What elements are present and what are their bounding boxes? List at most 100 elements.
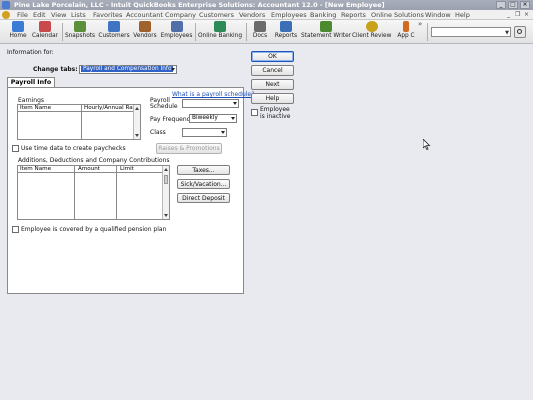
scroll-up-icon[interactable] (164, 168, 168, 171)
menu-company[interactable]: Company (165, 11, 196, 19)
toolbar-statement-writer-label: Statement Writer (301, 33, 352, 39)
earnings-scrollbar[interactable] (133, 105, 140, 139)
toolbar-separator (246, 23, 247, 41)
child-minimize-icon[interactable]: _ (507, 11, 510, 18)
toolbar-docs[interactable]: Docs (250, 21, 270, 43)
earnings-table[interactable]: Item Name Hourly/Annual Rate (17, 104, 141, 140)
taxes-button[interactable]: Taxes... (177, 165, 230, 175)
toolbar-app-center[interactable]: App C (395, 21, 417, 43)
toolbar-client-review-label: Client Review (352, 33, 392, 39)
search-icon (517, 29, 522, 34)
toolbar-home[interactable]: Home (7, 21, 29, 43)
toolbar-app-center-label: App C (397, 33, 415, 39)
use-time-data-checkbox[interactable] (12, 145, 19, 152)
class-select[interactable] (182, 128, 227, 137)
toolbar-reports-label: Reports (274, 33, 298, 39)
menu-favorites[interactable]: Favorites (93, 11, 122, 19)
toolbar-separator (195, 23, 196, 41)
search-button[interactable] (514, 26, 526, 38)
scroll-up-icon[interactable] (135, 107, 139, 110)
window-title: Pine Lake Porcelain, LLC - Intuit QuickB… (14, 1, 385, 9)
employee-inactive-checkbox[interactable] (251, 109, 258, 116)
additions-table[interactable]: Item Name Amount Limit (17, 165, 170, 220)
toolbar-employees[interactable]: Employees (160, 21, 193, 43)
home-icon (12, 21, 24, 32)
menu-accountant[interactable]: Accountant (126, 11, 163, 19)
change-tabs-value: Payroll and Compensation Info (81, 66, 174, 72)
toolbar-separator (427, 23, 428, 41)
chevron-down-icon (231, 117, 235, 120)
toolbar-online-banking[interactable]: Online Banking (197, 21, 243, 43)
menu-file[interactable]: File (17, 11, 28, 19)
raises-promotions-button[interactable]: Raises & Promotions (156, 143, 222, 154)
menu-view[interactable]: View (51, 11, 66, 19)
menu-banking[interactable]: Banking (310, 11, 336, 19)
pay-frequency-select[interactable]: Biweekly (189, 114, 237, 123)
customers-icon (108, 21, 120, 32)
ok-button[interactable]: OK (251, 51, 294, 62)
pay-frequency-label: Pay Frequency (150, 116, 194, 123)
class-label: Class (150, 129, 166, 136)
document-menu-icon[interactable] (2, 11, 10, 19)
payroll-info-panel: What is a payroll schedule? Earnings Ite… (7, 87, 254, 294)
column-header-item-name: Item Name (20, 166, 52, 172)
toolbar-vendors-label: Vendors (133, 33, 157, 39)
toolbar-customers-label: Customers (98, 33, 130, 39)
pension-plan-label: Employee is covered by a qualified pensi… (21, 226, 167, 233)
menu-window[interactable]: Window (425, 11, 451, 19)
search-input[interactable]: ▼ (431, 27, 511, 37)
menu-reports[interactable]: Reports (341, 11, 366, 19)
statement-writer-icon (319, 21, 332, 32)
change-tabs-select[interactable]: Payroll and Compensation Info (79, 65, 177, 74)
toolbar-more-chevron-icon[interactable]: » (418, 20, 422, 28)
additions-label: Additions, Deductions and Company Contri… (18, 157, 170, 164)
menu-lists[interactable]: Lists (71, 11, 86, 19)
menu-vendors[interactable]: Vendors (239, 11, 265, 19)
toolbar-snapshots[interactable]: Snapshots (64, 21, 96, 43)
scroll-down-icon[interactable] (135, 134, 139, 137)
direct-deposit-button[interactable]: Direct Deposit (177, 193, 230, 203)
change-tabs-label: Change tabs: (33, 66, 78, 73)
toolbar-separator (62, 23, 63, 41)
menu-help[interactable]: Help (455, 11, 470, 19)
quickbooks-app-icon (2, 1, 10, 9)
menu-edit[interactable]: Edit (33, 11, 46, 19)
toolbar-client-review[interactable]: Client Review (352, 21, 391, 43)
toolbar-snapshots-label: Snapshots (64, 33, 96, 39)
payroll-schedule-label: Payroll Schedule (150, 97, 178, 110)
toolbar-calendar-label: Calendar (31, 33, 59, 39)
earnings-table-header: Item Name Hourly/Annual Rate (18, 105, 140, 112)
child-restore-icon[interactable]: ❐ (515, 11, 520, 18)
toolbar-vendors[interactable]: Vendors (131, 21, 159, 43)
docs-icon (254, 21, 266, 32)
scroll-down-icon[interactable] (164, 214, 168, 217)
next-button[interactable]: Next (251, 79, 294, 90)
additions-scrollbar[interactable] (162, 166, 169, 219)
cancel-button[interactable]: Cancel (251, 65, 294, 76)
maximize-button[interactable]: □ (508, 1, 518, 9)
child-close-icon[interactable]: × (524, 11, 529, 18)
close-button[interactable]: × (520, 1, 530, 9)
reports-icon (280, 21, 292, 32)
chevron-down-icon[interactable]: ▼ (505, 30, 509, 36)
toolbar-online-banking-label: Online Banking (197, 33, 243, 39)
payroll-schedule-help-link[interactable]: What is a payroll schedule? (172, 91, 254, 98)
toolbar-docs-label: Docs (252, 33, 268, 39)
scroll-thumb[interactable] (164, 175, 168, 184)
earnings-label: Earnings (18, 97, 45, 104)
toolbar-calendar[interactable]: Calendar (30, 21, 60, 43)
new-employee-form: Information for: Change tabs: Payroll an… (0, 45, 533, 400)
menu-online-solutions[interactable]: Online Solutions (371, 11, 424, 19)
window-controls: _ □ × (496, 1, 530, 9)
help-button[interactable]: Help (251, 93, 294, 104)
minimize-button[interactable]: _ (496, 1, 506, 9)
toolbar-employees-label: Employees (160, 33, 193, 39)
menu-customers[interactable]: Customers (199, 11, 234, 19)
payroll-schedule-select[interactable] (182, 99, 239, 108)
toolbar-statement-writer[interactable]: Statement Writer (301, 21, 352, 43)
toolbar-reports[interactable]: Reports (273, 21, 299, 43)
toolbar-customers[interactable]: Customers (98, 21, 130, 43)
sick-vacation-button[interactable]: Sick/Vacation... (177, 179, 230, 189)
pension-plan-checkbox[interactable] (12, 226, 19, 233)
menu-employees[interactable]: Employees (271, 11, 307, 19)
